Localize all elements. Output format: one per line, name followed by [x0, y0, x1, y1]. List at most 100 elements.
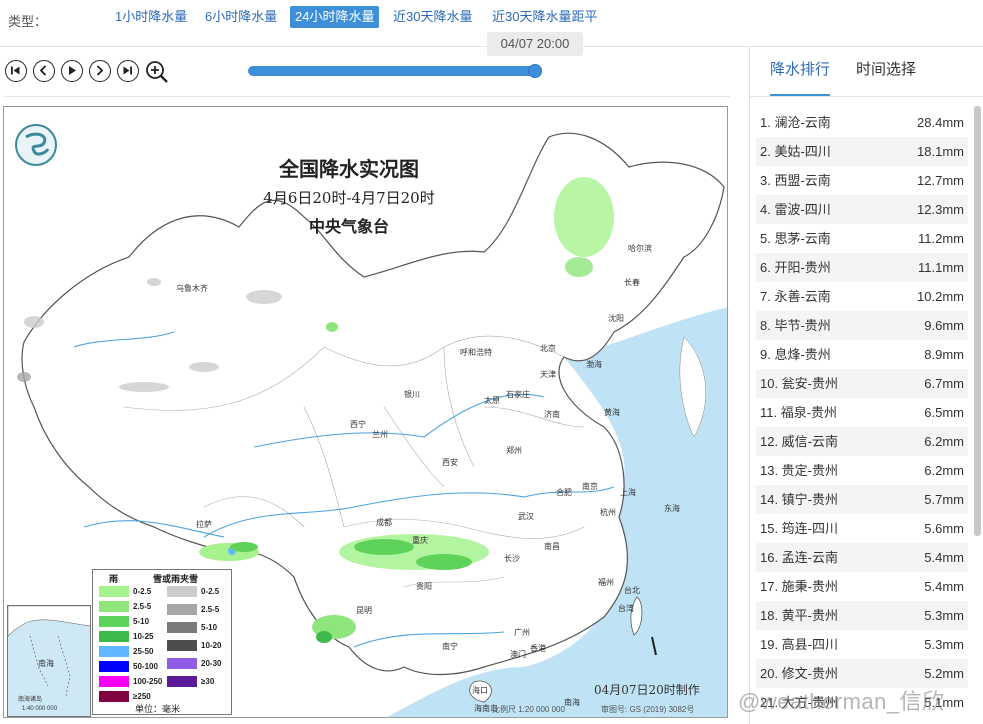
map-organization: 中央气象台: [308, 217, 389, 236]
station-name: 17. 施秉-贵州: [760, 579, 839, 594]
legend-snow-swatch: [167, 676, 197, 687]
legend-rain-swatch: [99, 646, 129, 657]
tab-30d-precip[interactable]: 近30天降水量: [388, 6, 477, 28]
station-name: 2. 美姑-四川: [760, 144, 831, 159]
city-label: 济南: [544, 410, 560, 419]
last-frame-button[interactable]: [117, 60, 139, 82]
ranking-row[interactable]: 3. 西盟-云南 12.7mm: [756, 166, 968, 195]
zoom-in-icon: [146, 61, 168, 83]
ranking-row[interactable]: 18. 黄平-贵州 5.3mm: [756, 601, 968, 630]
legend-rain-title: 雨: [109, 574, 119, 584]
city-label: 哈尔滨: [628, 244, 652, 253]
ranking-row[interactable]: 13. 贵定-贵州 6.2mm: [756, 456, 968, 485]
map-subtitle: 4月6日20时-4月7日20时: [263, 189, 435, 207]
ranking-row[interactable]: 14. 镇宁-贵州 5.7mm: [756, 485, 968, 514]
ranking-row[interactable]: 7. 永善-云南 10.2mm: [756, 282, 968, 311]
timeline-handle[interactable]: [528, 64, 542, 78]
precip-value: 18.1mm: [917, 144, 964, 159]
legend-rain-label: ≥250: [133, 692, 151, 701]
precip-value: 6.2mm: [924, 434, 964, 449]
ranking-row[interactable]: 16. 孟连-云南 5.4mm: [756, 543, 968, 572]
map-scale: 比例尺 1:20 000 000: [492, 705, 565, 714]
map-review-number: 审图号: GS (2019) 3082号: [601, 705, 695, 714]
city-label: 武汉: [518, 512, 534, 521]
skip-start-icon: [11, 66, 20, 75]
timeline-slider[interactable]: [248, 66, 536, 76]
city-label: 海口: [472, 686, 488, 695]
precip-value: 10.2mm: [917, 289, 964, 304]
tab-6h-precip[interactable]: 6小时降水量: [200, 6, 282, 28]
city-label: 昆明: [356, 606, 372, 615]
ranking-row[interactable]: 19. 高县-四川 5.3mm: [756, 630, 968, 659]
legend-rain-swatch: [99, 586, 129, 597]
city-label: 成都: [376, 518, 392, 527]
station-name: 14. 镇宁-贵州: [760, 492, 839, 507]
city-label: 拉萨: [196, 520, 212, 529]
legend-rain-swatch: [99, 676, 129, 687]
legend-snow-label: ≥30: [201, 677, 215, 686]
city-label: 南京: [582, 482, 598, 491]
city-label: 台北: [624, 586, 640, 595]
ranking-row[interactable]: 15. 筠连-四川 5.6mm: [756, 514, 968, 543]
precip-value: 5.3mm: [924, 637, 964, 652]
made-time-label: 04月07日20时制作: [594, 683, 700, 697]
ranking-row[interactable]: 2. 美姑-四川 18.1mm: [756, 137, 968, 166]
city-label: 长沙: [504, 554, 520, 563]
sea-label: 黄海: [604, 408, 620, 417]
city-label: 杭州: [600, 508, 616, 517]
type-label: 类型：: [8, 14, 48, 29]
sea-label: 东海: [664, 504, 680, 513]
controls-divider: [5, 96, 730, 97]
ranking-row[interactable]: 12. 威信-云南 6.2mm: [756, 427, 968, 456]
cma-logo: [15, 124, 57, 166]
ranking-row[interactable]: 9. 息烽-贵州 8.9mm: [756, 340, 968, 369]
ranking-row[interactable]: 8. 毕节-贵州 9.6mm: [756, 311, 968, 340]
legend-snow-swatch: [167, 658, 197, 669]
tab-time-select[interactable]: 时间选择: [856, 58, 916, 94]
tab-30d-anomaly[interactable]: 近30天降水量距平: [487, 6, 602, 28]
station-name: 5. 思茅-云南: [760, 231, 831, 246]
ranking-row[interactable]: 1. 澜沧-云南 28.4mm: [756, 108, 968, 137]
city-label: 澳门: [510, 650, 526, 659]
station-name: 9. 息烽-贵州: [760, 347, 831, 362]
ranking-row[interactable]: 4. 雷波-四川 12.3mm: [756, 195, 968, 224]
precip-map[interactable]: 全国降水实况图 4月6日20时-4月7日20时 中央气象台 乌鲁木齐 哈尔滨 长…: [3, 106, 728, 718]
precip-value: 6.2mm: [924, 463, 964, 478]
legend-snow-swatch: [167, 622, 197, 633]
first-frame-button[interactable]: [5, 60, 27, 82]
tab-precip-ranking[interactable]: 降水排行: [770, 58, 831, 97]
tab-1h-precip[interactable]: 1小时降水量: [110, 6, 192, 28]
ranking-row[interactable]: 10. 瓮安-贵州 6.7mm: [756, 369, 968, 398]
play-button[interactable]: [61, 60, 83, 82]
city-label: 南昌: [544, 542, 560, 551]
ranking-row[interactable]: 11. 福泉-贵州 6.5mm: [756, 398, 968, 427]
precip-value: 12.3mm: [917, 202, 964, 217]
region-label: 台湾: [618, 604, 634, 613]
ranking-scrollbar[interactable]: [974, 106, 981, 536]
tab-24h-precip[interactable]: 24小时降水量: [290, 6, 380, 28]
ranking-row[interactable]: 5. 思茅-云南 11.2mm: [756, 224, 968, 253]
city-label: 兰州: [372, 430, 388, 439]
city-label: 重庆: [412, 536, 428, 545]
legend-rain-swatch: [99, 631, 129, 642]
station-name: 4. 雷波-四川: [760, 202, 831, 217]
inset-scale: 1:40 000 000: [22, 706, 58, 712]
ranking-row[interactable]: 17. 施秉-贵州 5.4mm: [756, 572, 968, 601]
station-name: 6. 开阳-贵州: [760, 260, 831, 275]
precip-value: 5.6mm: [924, 521, 964, 536]
sea-label: 南海: [564, 698, 580, 707]
city-label: 广州: [514, 628, 530, 637]
prev-frame-button[interactable]: [33, 60, 55, 82]
station-name: 12. 威信-云南: [760, 434, 839, 449]
next-frame-button[interactable]: [89, 60, 111, 82]
type-bar: 类型： 1小时降水量 6小时降水量 24小时降水量 近30天降水量 近30天降水…: [0, 0, 983, 36]
skip-end-icon: [123, 66, 132, 75]
panel-tabs-divider: [750, 96, 983, 97]
station-name: 16. 孟连-云南: [760, 550, 839, 565]
zoom-button[interactable]: [145, 60, 168, 83]
precip-value: 5.7mm: [924, 492, 964, 507]
legend-snow-swatch: [167, 640, 197, 651]
ranking-row[interactable]: 6. 开阳-贵州 11.1mm: [756, 253, 968, 282]
precip-value: 12.7mm: [917, 173, 964, 188]
city-label: 太原: [484, 396, 500, 405]
